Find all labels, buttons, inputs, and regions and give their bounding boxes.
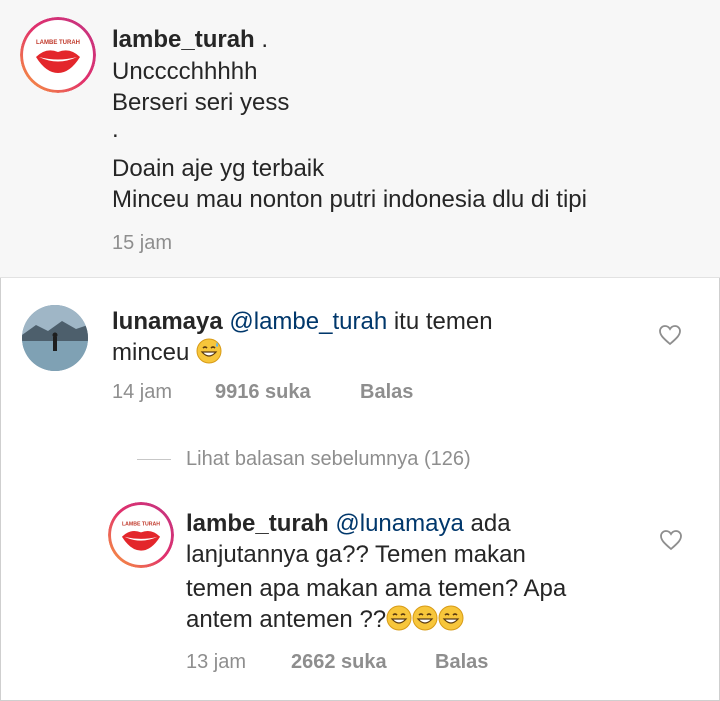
view-previous-replies-link[interactable]: Lihat balasan sebelumnya (126) — [186, 448, 471, 471]
comment1-line-2: minceu — [112, 338, 222, 368]
caption-line-2: Berseri seri yess — [112, 89, 290, 116]
comment1-line-1: lunamaya @lambe_turah itu temen — [112, 307, 493, 337]
reply1-mention[interactable]: @lunamaya — [335, 510, 463, 537]
comment1-heart-icon[interactable] — [658, 324, 682, 346]
comment1-time: 14 jam — [112, 381, 173, 403]
comment1-username[interactable]: lunamaya — [112, 308, 223, 335]
svg-text:LAMBE TURAH: LAMBE TURAH — [36, 40, 80, 46]
lips-logo-icon: LAMBE TURAH — [36, 40, 80, 73]
grinning-sweat-emoji-icon — [196, 338, 222, 364]
reply1-line-4: antem antemen ?? — [186, 605, 464, 635]
comment1-likes[interactable]: 9916 suka — [215, 381, 311, 404]
comment1-reply-button[interactable]: Balas — [360, 381, 413, 404]
comment1-text: itu temen — [387, 308, 493, 335]
grinning-emoji-icon — [386, 605, 412, 631]
reply1-line-3: temen apa makan ama temen? Apa — [186, 575, 567, 602]
reply1-text-4: antem antemen ?? — [186, 606, 387, 633]
reply1-username[interactable]: lambe_turah — [186, 510, 329, 537]
caption-line-5: Minceu mau nonton putri indonesia dlu di… — [112, 186, 587, 213]
caption-username-suffix: . — [254, 26, 269, 53]
caption-header: lambe_turah . — [112, 25, 268, 55]
caption-username[interactable]: lambe_turah — [112, 26, 255, 53]
grinning-emoji-icon — [438, 605, 464, 631]
reply1-likes[interactable]: 2662 suka — [291, 651, 387, 674]
reply1-line-1: lambe_turah @lunamaya ada — [186, 509, 511, 539]
reply1-text-1: ada — [463, 510, 511, 537]
comment1-text-2: minceu — [112, 339, 190, 366]
caption-line-1: Uncccchhhhh — [112, 58, 258, 85]
reply1-line-2: lanjutannya ga?? Temen makan — [186, 541, 526, 568]
lunamaya-profile-photo — [22, 305, 88, 371]
svg-text:LAMBE TURAH: LAMBE TURAH — [122, 521, 160, 527]
comment1-mention[interactable]: @lambe_turah — [229, 308, 387, 335]
caption-line-3: . — [112, 116, 119, 143]
reply-lambe-turah-avatar[interactable]: LAMBE TURAH — [108, 502, 174, 568]
lunamaya-avatar[interactable] — [22, 305, 88, 371]
lambe-turah-avatar[interactable]: LAMBE TURAH — [20, 17, 96, 93]
reply-lips-logo-icon: LAMBE TURAH — [121, 521, 160, 551]
caption-time: 15 jam — [112, 232, 173, 254]
caption-line-4: Doain aje yg terbaik — [112, 155, 325, 182]
caption-section: LAMBE TURAH lambe_turah . Uncccchhhhh Be… — [0, 0, 720, 278]
view-previous-divider — [137, 459, 171, 460]
reply1-heart-icon[interactable] — [659, 529, 683, 551]
reply1-time: 13 jam — [186, 651, 247, 673]
reply1-reply-button[interactable]: Balas — [435, 651, 488, 674]
grinning-emoji-icon — [412, 605, 438, 631]
